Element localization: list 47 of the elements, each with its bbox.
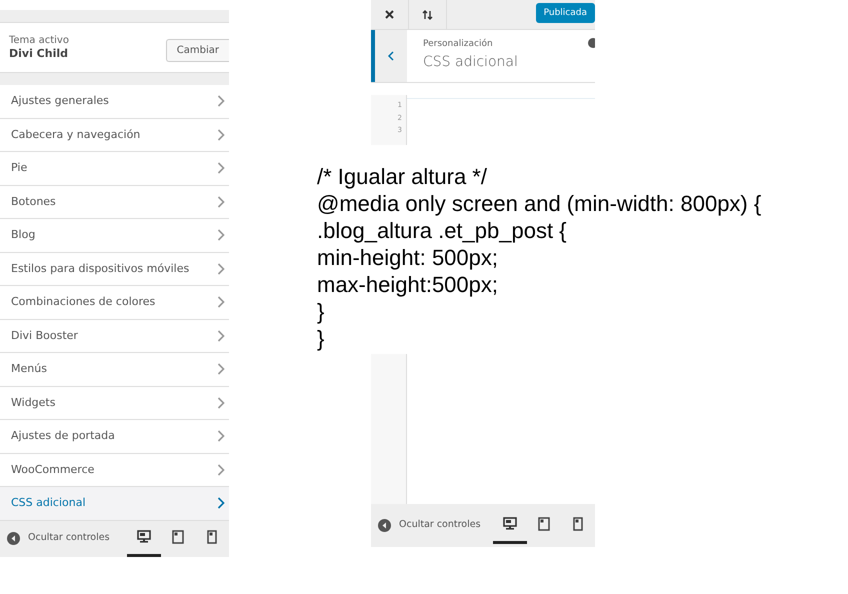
menu-item[interactable]: WooCommerce — [0, 454, 229, 487]
tablet-icon — [171, 530, 185, 544]
help-icon[interactable] — [588, 38, 595, 48]
chevron-icon — [217, 196, 225, 208]
hide-controls-link[interactable]: Ocultar controles — [399, 518, 481, 533]
chevron-icon — [217, 497, 225, 510]
phone-icon — [205, 530, 219, 544]
code-line: max-height:500px; — [317, 271, 499, 298]
monitor-icon — [503, 517, 517, 531]
code-line: } — [317, 298, 326, 325]
menu-item[interactable]: Estilos para dispositivos móviles — [0, 252, 229, 286]
tablet-icon — [537, 517, 551, 531]
theme-name: Divi Child — [9, 47, 69, 61]
chevron-icon — [217, 396, 225, 409]
chevron-icon — [217, 162, 225, 174]
monitor-icon — [137, 530, 151, 544]
chevron-icon — [217, 128, 225, 141]
code-line: @media only screen and (min-width: 800px) { — [317, 190, 762, 217]
chevron-icon — [217, 229, 225, 242]
close-icon — [385, 10, 394, 19]
breadcrumb-text: Personalización — [423, 38, 494, 51]
code-line: /* Igualar altura */ — [317, 163, 488, 190]
menu-item[interactable]: Botones — [0, 186, 229, 219]
back-button[interactable] — [371, 30, 407, 82]
code-line: } — [317, 325, 326, 352]
menu-item[interactable]: CSS adicional — [0, 487, 229, 520]
change-theme-button[interactable]: Cambiar — [166, 39, 229, 62]
publish-button[interactable]: Publicada — [536, 3, 595, 23]
menu-item[interactable]: Widgets — [0, 386, 229, 420]
menu-item[interactable]: Divi Booster — [0, 320, 229, 353]
chevron-icon — [217, 296, 225, 308]
menu-item[interactable]: Cabecera y navegación — [0, 118, 229, 152]
code-line: min-height: 500px; — [317, 244, 499, 271]
section-title: CSS adicional — [423, 52, 518, 72]
collapse-icon[interactable] — [378, 519, 391, 532]
chevron-icon — [217, 430, 225, 442]
chevron-icon — [217, 95, 225, 108]
code-line: .blog_altura .et_pb_post { — [317, 217, 568, 244]
chevron-icon — [217, 363, 225, 376]
sort-icon — [422, 10, 434, 20]
collapse-icon[interactable] — [7, 532, 20, 545]
theme-label: Tema activo — [9, 35, 69, 47]
chevron-icon — [217, 262, 225, 275]
chevron-icon — [217, 464, 225, 476]
chevron-icon — [217, 330, 225, 342]
phone-icon — [571, 517, 585, 531]
hide-controls-link[interactable]: Ocultar controles — [28, 531, 110, 546]
